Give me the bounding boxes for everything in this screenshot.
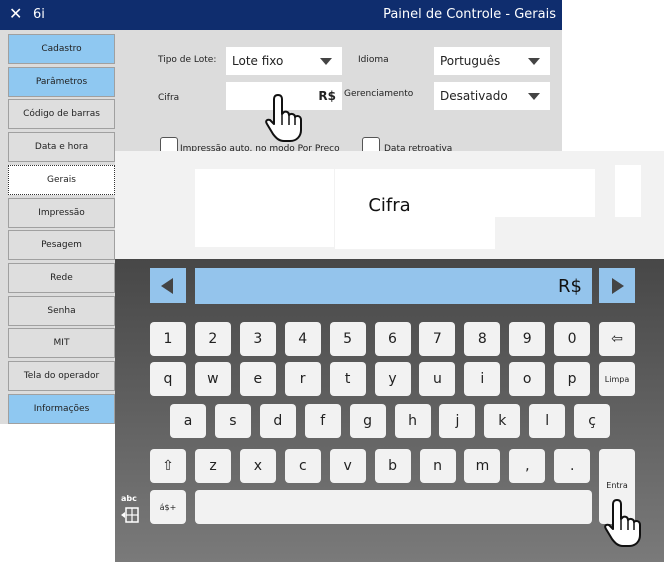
key-r[interactable]: r bbox=[284, 362, 321, 396]
key-l[interactable]: l bbox=[529, 404, 566, 438]
sidebar-item[interactable]: Parâmetros bbox=[8, 66, 115, 97]
keyboard-header: Cifra bbox=[115, 151, 664, 259]
key-g[interactable]: g bbox=[349, 404, 386, 438]
key-6[interactable]: 6 bbox=[374, 322, 411, 356]
key-comma[interactable]: , bbox=[509, 449, 546, 483]
arrow-right-button[interactable] bbox=[599, 268, 635, 303]
idioma-dropdown[interactable]: Português bbox=[434, 47, 550, 75]
key-c[interactable]: c bbox=[284, 449, 321, 483]
key-9[interactable]: 9 bbox=[509, 322, 546, 356]
idioma-label: Idioma bbox=[358, 55, 389, 65]
enter-label: Entra bbox=[606, 481, 628, 490]
key-s[interactable]: s bbox=[214, 404, 251, 438]
key-n[interactable]: n bbox=[419, 449, 456, 483]
key-o[interactable]: o bbox=[509, 362, 546, 396]
keyboard-layout-label[interactable]: abc bbox=[121, 494, 137, 503]
key-period[interactable]: . bbox=[554, 449, 591, 483]
sidebar-item[interactable]: Informações bbox=[8, 393, 115, 424]
key-8[interactable]: 8 bbox=[464, 322, 501, 356]
space-key[interactable] bbox=[195, 490, 592, 524]
tipo-lote-dropdown[interactable]: Lote fixo bbox=[226, 47, 342, 75]
key-f[interactable]: f bbox=[304, 404, 341, 438]
key-t[interactable]: t bbox=[329, 362, 366, 396]
title-bar: ✕ 6i Painel de Controle - Gerais bbox=[0, 0, 562, 30]
key-i[interactable]: i bbox=[464, 362, 501, 396]
gerenciamento-dropdown[interactable]: Desativado bbox=[434, 82, 550, 110]
key-2[interactable]: 2 bbox=[194, 322, 231, 356]
sidebar-item[interactable]: Pesagem bbox=[8, 230, 115, 261]
key-4[interactable]: 4 bbox=[284, 322, 321, 356]
key-h[interactable]: h bbox=[394, 404, 431, 438]
sidebar-item[interactable]: Rede bbox=[8, 262, 115, 293]
keyboard-layout-icon[interactable] bbox=[120, 505, 140, 525]
hand-cursor-icon bbox=[265, 94, 302, 142]
tipo-lote-label: Tipo de Lote: bbox=[158, 55, 217, 65]
key-c-cedilla[interactable]: ç bbox=[574, 404, 611, 438]
key-x[interactable]: x bbox=[239, 449, 276, 483]
sidebar-item[interactable]: Cadastro bbox=[8, 34, 115, 64]
key-j[interactable]: j bbox=[439, 404, 476, 438]
gerenciamento-value: Desativado bbox=[440, 89, 508, 103]
key-q[interactable]: q bbox=[150, 362, 186, 396]
arrow-left-button[interactable] bbox=[150, 268, 186, 303]
sidebar-item[interactable]: Tela do operador bbox=[8, 361, 115, 391]
key-w[interactable]: w bbox=[194, 362, 231, 396]
gerenciamento-label: Gerenciamento bbox=[344, 89, 414, 99]
backspace-icon[interactable]: ⇦ bbox=[599, 322, 635, 356]
close-icon[interactable]: ✕ bbox=[9, 4, 22, 23]
key-v[interactable]: v bbox=[329, 449, 366, 483]
cifra-value: R$ bbox=[318, 89, 336, 103]
app-id: 6i bbox=[33, 7, 45, 22]
key-a[interactable]: a bbox=[170, 404, 206, 438]
key-y[interactable]: y bbox=[374, 362, 411, 396]
clear-button[interactable]: Limpa bbox=[599, 362, 635, 396]
hand-cursor-icon bbox=[604, 499, 641, 547]
keyboard-display[interactable]: R$ bbox=[195, 268, 592, 304]
dropdown-arrow-icon bbox=[528, 58, 540, 65]
idioma-value: Português bbox=[440, 54, 501, 68]
sidebar-item[interactable]: Senha bbox=[8, 295, 115, 326]
sidebar-item[interactable]: MIT bbox=[8, 328, 115, 359]
tipo-lote-value: Lote fixo bbox=[232, 54, 284, 68]
shift-icon[interactable]: ⇧ bbox=[150, 449, 186, 483]
key-k[interactable]: k bbox=[484, 404, 521, 438]
key-1[interactable]: 1 bbox=[150, 322, 186, 356]
sidebar-item[interactable]: Data e hora bbox=[8, 132, 115, 163]
key-0[interactable]: 0 bbox=[554, 322, 591, 356]
key-p[interactable]: p bbox=[554, 362, 591, 396]
sidebar-item[interactable]: Código de barras bbox=[8, 99, 115, 130]
key-3[interactable]: 3 bbox=[239, 322, 276, 356]
key-e[interactable]: e bbox=[239, 362, 276, 396]
key-7[interactable]: 7 bbox=[419, 322, 456, 356]
arrow-left-icon bbox=[161, 278, 173, 294]
key-b[interactable]: b bbox=[374, 449, 411, 483]
key-m[interactable]: m bbox=[464, 449, 501, 483]
sidebar-item[interactable]: Gerais bbox=[8, 164, 115, 195]
symbols-button[interactable]: á$+ bbox=[150, 490, 186, 524]
key-5[interactable]: 5 bbox=[329, 322, 366, 356]
key-u[interactable]: u bbox=[419, 362, 456, 396]
keyboard-dialog: Cifra R$ 1 2 3 4 5 6 7 8 9 0 ⇦ q w e r t y u i o p Limpa a s d f g h… bbox=[115, 151, 664, 562]
dropdown-arrow-icon bbox=[528, 93, 540, 100]
keyboard-title: Cifra bbox=[368, 194, 411, 216]
key-d[interactable]: d bbox=[259, 404, 296, 438]
window-title: Painel de Controle - Gerais bbox=[383, 7, 556, 22]
arrow-right-icon bbox=[612, 278, 624, 294]
dropdown-arrow-icon bbox=[320, 58, 332, 65]
sidebar-item[interactable]: Impressão bbox=[8, 197, 115, 228]
key-z[interactable]: z bbox=[195, 449, 231, 483]
cifra-label: Cifra bbox=[158, 93, 180, 103]
